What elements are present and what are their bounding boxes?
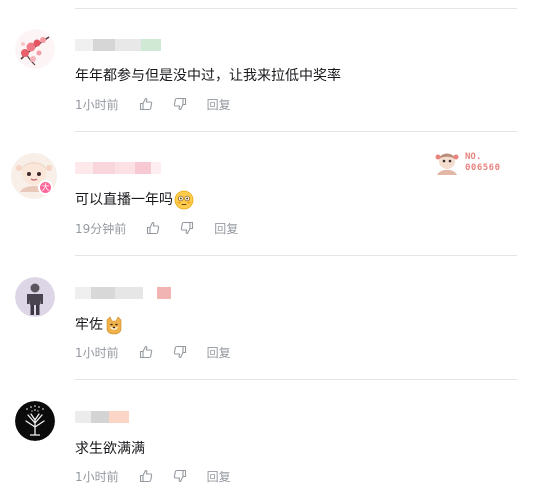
comment-meta: 1小时前 回复 (75, 96, 231, 112)
comment-meta: 1小时前 回复 (75, 468, 231, 484)
like-icon[interactable] (139, 469, 153, 483)
doge-emoji (106, 316, 122, 335)
comment-meta: 19分钟前 回复 (75, 220, 238, 236)
username-blurred[interactable] (75, 162, 161, 174)
comment-divider (75, 131, 517, 132)
reply-button[interactable]: 回复 (214, 220, 238, 237)
badge-number: 006560 (465, 163, 501, 173)
comment-content: 牢佐 (75, 317, 103, 333)
comment-divider (75, 379, 517, 380)
comment-text: 求生欲满满 (75, 439, 145, 459)
comment-meta: 1小时前 回复 (75, 344, 231, 360)
user-avatar[interactable] (15, 401, 55, 441)
fan-badge-character-icon (435, 153, 459, 175)
fan-number-badge: NO. 006560 (432, 148, 512, 178)
comment-time: 1小时前 (75, 97, 119, 112)
comment-text: 年年都参与但是没中过，让我来拉低中奖率 (75, 66, 341, 86)
comment-divider (75, 8, 517, 9)
user-avatar[interactable] (15, 29, 55, 69)
username-blurred[interactable] (75, 287, 171, 299)
badge-line1: NO. (465, 152, 482, 162)
username-blurred[interactable] (75, 411, 129, 423)
cherry-blossom-avatar-icon (15, 29, 55, 69)
comment-divider (75, 255, 517, 256)
reply-button[interactable]: 回复 (207, 468, 231, 485)
like-icon[interactable] (146, 221, 160, 235)
dislike-icon[interactable] (173, 97, 187, 111)
standing-figure-avatar-icon (15, 277, 55, 317)
comment-content: 年年都参与但是没中过，让我来拉低中奖率 (75, 68, 341, 84)
dislike-icon[interactable] (173, 345, 187, 359)
user-avatar[interactable] (15, 277, 55, 317)
reply-button[interactable]: 回复 (207, 344, 231, 361)
comment-time: 19分钟前 (75, 221, 127, 236)
dislike-icon[interactable] (180, 221, 194, 235)
comment-text: 可以直播一年吗 (75, 190, 194, 210)
comment-time: 1小时前 (75, 469, 119, 484)
comment-content: 可以直播一年吗 (75, 192, 173, 208)
reply-button[interactable]: 回复 (207, 96, 231, 113)
dislike-icon[interactable] (173, 469, 187, 483)
like-icon[interactable] (139, 97, 153, 111)
comment-time: 1小时前 (75, 345, 119, 360)
username-blurred[interactable] (75, 39, 161, 51)
vip-badge: 大 (38, 180, 53, 195)
comment-text: 牢佐 (75, 315, 124, 335)
like-icon[interactable] (139, 345, 153, 359)
flushed-face-emoji (174, 190, 194, 210)
white-tree-avatar-icon (15, 401, 55, 441)
comment-content: 求生欲满满 (75, 441, 145, 457)
